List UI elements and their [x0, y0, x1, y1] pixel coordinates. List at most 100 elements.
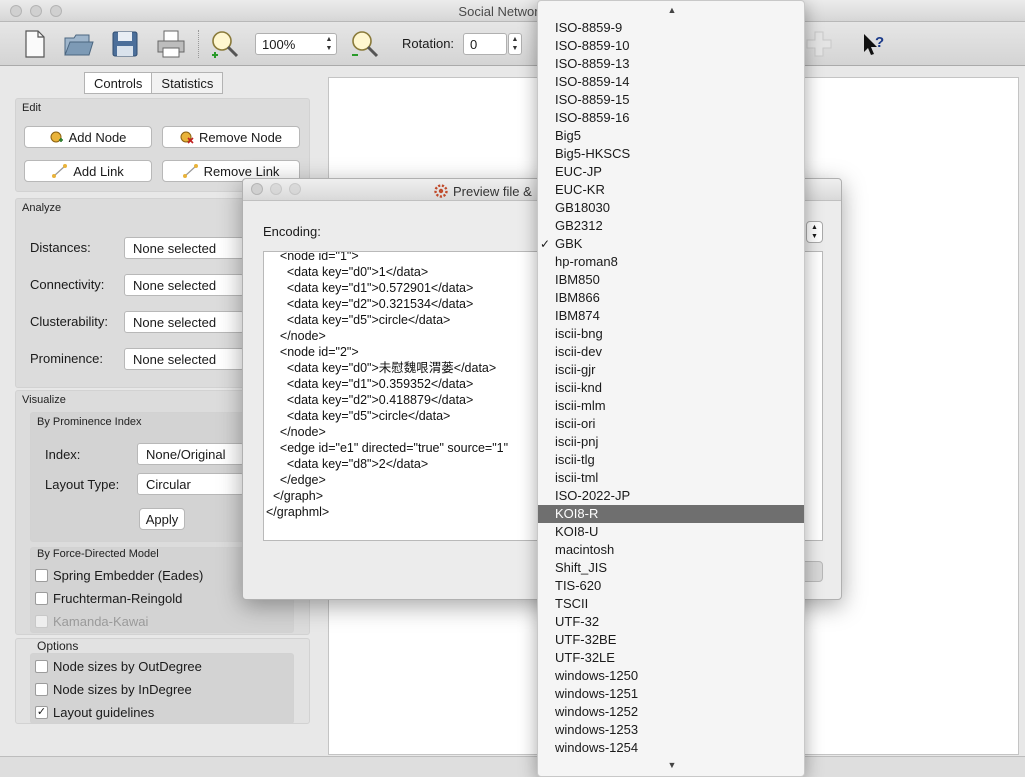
help-icon[interactable]: ?	[858, 28, 890, 60]
save-disk-icon[interactable]	[109, 28, 141, 60]
tab-controls[interactable]: Controls	[84, 72, 153, 94]
remove-node-button[interactable]: Remove Node	[162, 126, 300, 148]
tab-statistics[interactable]: Statistics	[152, 72, 224, 94]
encoding-menu-item[interactable]: EUC-JP	[538, 163, 804, 181]
remove-link-label: Remove Link	[203, 163, 280, 179]
encoding-menu-item[interactable]: IBM866	[538, 289, 804, 307]
apply-button[interactable]: Apply	[139, 508, 185, 530]
encoding-menu-item[interactable]: macintosh	[538, 541, 804, 559]
new-file-icon[interactable]	[18, 28, 50, 60]
layout-guidelines-option[interactable]: ✓ Layout guidelines	[35, 705, 154, 720]
svg-text:?: ?	[875, 34, 884, 51]
spring-embedder-option[interactable]: Spring Embedder (Eades)	[35, 568, 203, 583]
encoding-menu-item[interactable]: TIS-620	[538, 577, 804, 595]
encoding-menu-item-label: GB2312	[555, 218, 603, 233]
encoding-menu-item-label: GB18030	[555, 200, 610, 215]
spring-embedder-label: Spring Embedder (Eades)	[53, 568, 204, 583]
encoding-menu-item[interactable]: ISO-8859-16	[538, 109, 804, 127]
rotation-label: Rotation:	[402, 36, 455, 51]
menu-scroll-up-icon[interactable]: ▲	[538, 5, 804, 15]
dialog-zoom-button	[289, 183, 301, 195]
menu-scroll-down-icon[interactable]: ▼	[538, 760, 804, 770]
encoding-menu-item[interactable]: windows-1252	[538, 703, 804, 721]
indegree-option[interactable]: Node sizes by InDegree	[35, 682, 192, 697]
encoding-menu-item[interactable]: TSCII	[538, 595, 804, 613]
window-title: Social Network Vis	[458, 4, 567, 19]
encoding-menu-item[interactable]: iscii-tlg	[538, 451, 804, 469]
encoding-menu-item[interactable]: Big5	[538, 127, 804, 145]
encoding-menu-item[interactable]: ISO-8859-15	[538, 91, 804, 109]
encoding-menu-item[interactable]: ISO-8859-9	[538, 19, 804, 37]
open-folder-icon[interactable]	[62, 28, 94, 60]
encoding-menu-item[interactable]: KOI8-R	[538, 505, 804, 523]
encoding-menu-item[interactable]: windows-1250	[538, 667, 804, 685]
add-icon[interactable]	[803, 28, 835, 60]
outdegree-checkbox[interactable]	[35, 660, 48, 673]
toolbar-separator	[198, 30, 199, 58]
clusterability-select[interactable]: None selected	[124, 311, 244, 333]
outdegree-option[interactable]: Node sizes by OutDegree	[35, 659, 202, 674]
encoding-menu-item[interactable]: Big5-HKSCS	[538, 145, 804, 163]
rotation-stepper-icon[interactable]: ▲ ▼	[510, 35, 520, 53]
encoding-menu-item[interactable]: iscii-tml	[538, 469, 804, 487]
encoding-menu-item-label: ISO-8859-15	[555, 92, 630, 107]
rotation-stepper[interactable]: ▲ ▼	[508, 33, 522, 55]
layout-type-select[interactable]: Circular	[137, 473, 244, 495]
encoding-menu-item[interactable]: ✓ GBK	[538, 235, 804, 253]
zoom-stepper-icon[interactable]: ▲ ▼	[324, 35, 334, 53]
encoding-menu-item[interactable]: Shift_JIS	[538, 559, 804, 577]
encoding-menu-item[interactable]: iscii-gjr	[538, 361, 804, 379]
connectivity-select[interactable]: None selected	[124, 274, 244, 296]
encoding-menu-item[interactable]: iscii-pnj	[538, 433, 804, 451]
fruchterman-reingold-label: Fruchterman-Reingold	[53, 591, 183, 606]
encoding-menu-item[interactable]: UTF-32LE	[538, 649, 804, 667]
encoding-menu-item[interactable]: iscii-bng	[538, 325, 804, 343]
distances-select[interactable]: None selected	[124, 237, 244, 259]
connectivity-label: Connectivity:	[30, 277, 105, 292]
zoom-out-icon[interactable]	[348, 28, 380, 60]
encoding-menu-item-label: GBK	[555, 236, 583, 251]
visualize-group-title: Visualize	[22, 394, 66, 406]
encoding-menu-item[interactable]: UTF-32BE	[538, 631, 804, 649]
encoding-menu-item[interactable]: UTF-32	[538, 613, 804, 631]
encoding-menu-item[interactable]: windows-1251	[538, 685, 804, 703]
encoding-menu-item[interactable]: EUC-KR	[538, 181, 804, 199]
indegree-checkbox[interactable]	[35, 683, 48, 696]
encoding-menu-item[interactable]: hp-roman8	[538, 253, 804, 271]
add-node-button[interactable]: Add Node	[24, 126, 152, 148]
panel-tabs: Controls Statistics	[84, 72, 224, 94]
encoding-select-arrows-icon[interactable]: ▲ ▼	[806, 221, 823, 243]
spring-embedder-checkbox[interactable]	[35, 569, 48, 582]
dialog-minimize-button	[270, 183, 282, 195]
encoding-menu-item[interactable]: windows-1254	[538, 739, 804, 757]
encoding-menu-item[interactable]: iscii-mlm	[538, 397, 804, 415]
prominence-select[interactable]: None selected	[124, 348, 244, 370]
encoding-menu-item[interactable]: KOI8-U	[538, 523, 804, 541]
encoding-menu-item[interactable]: IBM850	[538, 271, 804, 289]
edit-group-title: Edit	[22, 102, 41, 114]
remove-node-label: Remove Node	[198, 129, 283, 145]
encoding-menu-item[interactable]: ISO-2022-JP	[538, 487, 804, 505]
encoding-menu-item[interactable]: IBM874	[538, 307, 804, 325]
encoding-menu-item[interactable]: iscii-knd	[538, 379, 804, 397]
encoding-menu-item[interactable]: ISO-8859-14	[538, 73, 804, 91]
encoding-menu-item[interactable]: ISO-8859-13	[538, 55, 804, 73]
dialog-close-button[interactable]	[251, 183, 263, 195]
encoding-menu-item[interactable]: ISO-8859-10	[538, 37, 804, 55]
encoding-menu-item[interactable]: iscii-dev	[538, 343, 804, 361]
encoding-menu-item[interactable]: iscii-ori	[538, 415, 804, 433]
zoom-select[interactable]: 100% ▲ ▼	[255, 33, 337, 55]
encoding-menu-item[interactable]: GB18030	[538, 199, 804, 217]
encoding-menu-item-label: iscii-bng	[555, 326, 603, 341]
print-icon[interactable]	[155, 28, 187, 60]
index-select[interactable]: None/Original	[137, 443, 244, 465]
zoom-value: 100%	[262, 37, 296, 52]
encoding-menu-item[interactable]: GB2312	[538, 217, 804, 235]
fruchterman-reingold-option[interactable]: Fruchterman-Reingold	[35, 591, 182, 606]
layout-guidelines-checkbox[interactable]: ✓	[35, 706, 48, 719]
add-link-button[interactable]: Add Link	[24, 160, 152, 182]
fruchterman-reingold-checkbox[interactable]	[35, 592, 48, 605]
encoding-menu-item[interactable]: windows-1253	[538, 721, 804, 739]
rotation-input[interactable]: 0	[463, 33, 507, 55]
zoom-in-icon[interactable]	[208, 28, 240, 60]
